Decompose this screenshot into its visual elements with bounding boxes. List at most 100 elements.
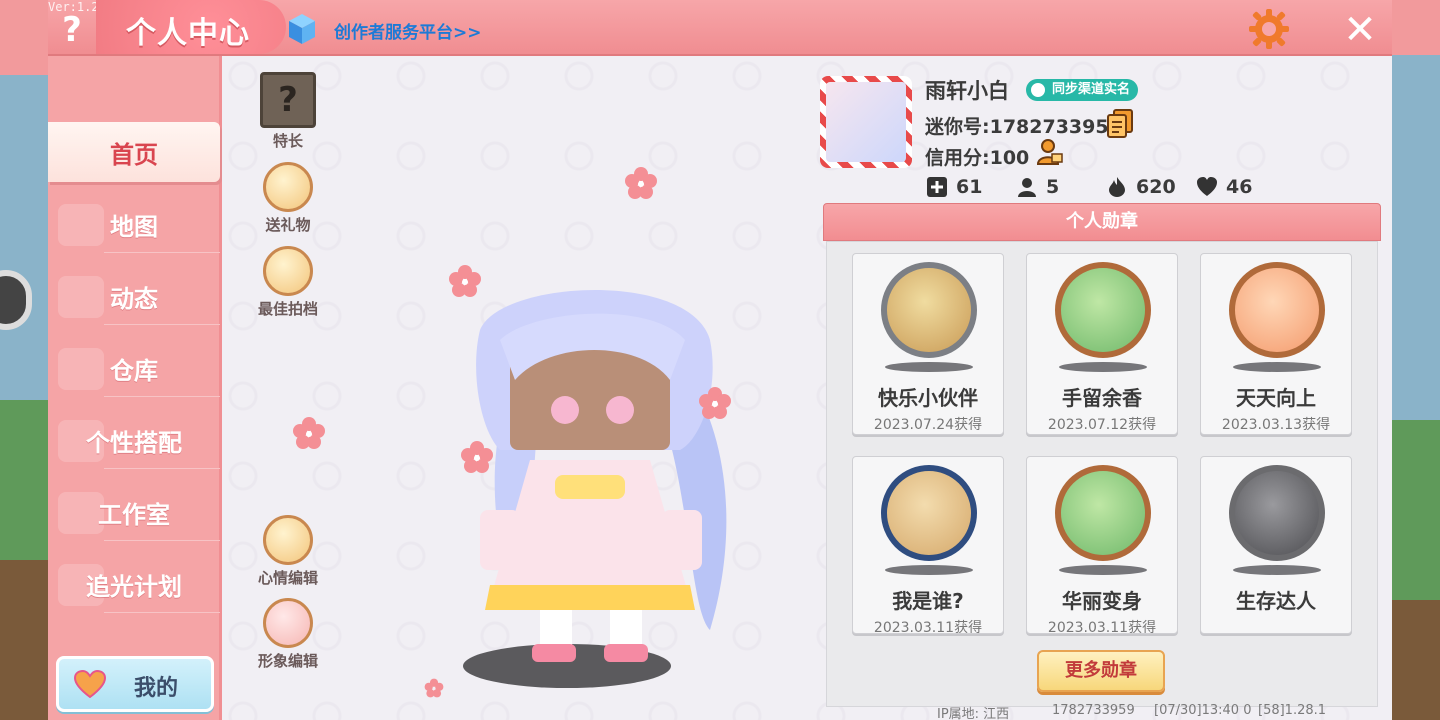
medal-name: 天天向上 bbox=[1236, 386, 1316, 410]
blossom-decoration bbox=[424, 678, 444, 698]
medal-icon bbox=[1229, 262, 1325, 358]
mini-id: 迷你号:1782733959 bbox=[925, 116, 1122, 138]
sidebar-item-label: 地图 bbox=[110, 212, 158, 241]
footer-time: [07/30]13:40 0 bbox=[1154, 703, 1252, 718]
medal-date: 2023.03.11获得 bbox=[1047, 620, 1157, 634]
stat-hot-value: 620 bbox=[1136, 176, 1176, 198]
medal-section-title: 个人勋章 bbox=[823, 203, 1381, 241]
creator-platform-link[interactable]: 创作者服务平台>> bbox=[334, 18, 482, 43]
medal-card[interactable]: 我是谁? 2023.03.11获得 bbox=[852, 456, 1004, 634]
more-medals-button[interactable]: 更多勋章 bbox=[1037, 650, 1165, 692]
medal-icon bbox=[881, 262, 977, 358]
realname-badge-label: 同步渠道实名 bbox=[1052, 82, 1131, 97]
stat-likes: 46 bbox=[1196, 174, 1252, 200]
sidebar-item-storage[interactable]: 仓库 bbox=[48, 338, 220, 398]
stat-fans-value: 5 bbox=[1046, 176, 1060, 198]
stat-fans: 5 bbox=[1016, 174, 1059, 200]
page-title: 个人中心 bbox=[126, 16, 250, 51]
sidebar-item-outfit[interactable]: 个性搭配 bbox=[48, 410, 220, 470]
avatar-edit-button[interactable]: 形象编辑 bbox=[248, 598, 328, 671]
sidebar-item-label: 仓库 bbox=[110, 356, 158, 385]
user-verified-icon bbox=[1029, 81, 1047, 99]
send-gift-label: 送礼物 bbox=[265, 216, 311, 234]
medal-pedestal bbox=[1233, 362, 1321, 372]
game-background-left bbox=[0, 0, 50, 720]
flame-icon bbox=[1109, 177, 1125, 197]
stat-add-value: 61 bbox=[956, 176, 983, 198]
medal-pedestal bbox=[1059, 362, 1147, 372]
footer-id: 1782733959 bbox=[1052, 703, 1135, 718]
stat-likes-value: 46 bbox=[1226, 176, 1253, 198]
profile-avatar bbox=[826, 82, 906, 162]
sidebar-item-label: 追光计划 bbox=[86, 572, 182, 601]
sidebar-item-light-plan[interactable]: 追光计划 bbox=[48, 554, 220, 614]
ip-location: IP属地: 江西 bbox=[937, 707, 1010, 720]
username: 雨轩小白 bbox=[925, 79, 1009, 103]
medal-name: 生存达人 bbox=[1236, 589, 1316, 613]
blossom-decoration bbox=[699, 387, 731, 419]
profile-avatar-frame[interactable] bbox=[820, 76, 912, 168]
copy-icon[interactable] bbox=[1106, 108, 1134, 138]
stat-add: 61 bbox=[926, 174, 982, 200]
medal-date: 2023.03.13获得 bbox=[1221, 417, 1331, 433]
close-icon[interactable]: ✕ bbox=[1340, 10, 1380, 50]
specialty-button[interactable]: ? 特长 bbox=[248, 72, 328, 151]
blossom-decoration bbox=[625, 167, 657, 199]
medal-pedestal bbox=[1233, 565, 1321, 575]
cube-icon[interactable] bbox=[287, 12, 317, 46]
mood-edit-button[interactable]: 心情编辑 bbox=[248, 515, 328, 588]
sidebar-item-label: 动态 bbox=[110, 284, 158, 313]
sidebar-item-home[interactable]: 首页 bbox=[48, 122, 220, 182]
medal-icon bbox=[1055, 465, 1151, 561]
heart-icon bbox=[74, 670, 106, 698]
mood-edit-label: 心情编辑 bbox=[257, 569, 318, 587]
sidebar-item-studio[interactable]: 工作室 bbox=[48, 482, 220, 542]
medal-card[interactable]: 快乐小伙伴 2023.07.24获得 bbox=[852, 253, 1004, 435]
medal-icon bbox=[1229, 465, 1325, 561]
divider bbox=[104, 396, 220, 397]
edit-icon bbox=[263, 515, 313, 565]
medal-name: 快乐小伙伴 bbox=[878, 386, 978, 410]
realname-badge[interactable]: 同步渠道实名 bbox=[1026, 79, 1139, 101]
medal-card[interactable]: 华丽变身 2023.03.11获得 bbox=[1026, 456, 1178, 634]
sidebar-item-label: 工作室 bbox=[98, 500, 170, 529]
player-avatar[interactable] bbox=[440, 270, 760, 680]
blossom-decoration bbox=[293, 417, 325, 449]
medal-date: 2023.03.11获得 bbox=[873, 620, 983, 634]
send-gift-button[interactable]: 送礼物 bbox=[248, 162, 328, 235]
sidebar: 首页 地图 动态 仓库 个性搭配 工作室 追光计划 bbox=[48, 56, 222, 720]
sidebar-item-map[interactable]: 地图 bbox=[48, 194, 220, 254]
medal-pedestal bbox=[885, 362, 973, 372]
outfit-icon bbox=[263, 598, 313, 648]
sidebar-item-label: 首页 bbox=[110, 140, 158, 169]
help-button[interactable]: ? bbox=[56, 10, 88, 50]
credit-score: 信用分:100 bbox=[925, 147, 1030, 169]
medal-card[interactable]: 生存达人 bbox=[1200, 456, 1352, 634]
medal-date: 2023.07.24获得 bbox=[873, 417, 983, 433]
fans-icon bbox=[1018, 178, 1036, 197]
question-box-icon: ? bbox=[260, 72, 316, 128]
footer-version: [58]1.28.1 bbox=[1258, 703, 1327, 718]
medal-name: 手留余香 bbox=[1062, 386, 1142, 410]
sidebar-item-activity[interactable]: 动态 bbox=[48, 266, 220, 326]
sidebar-item-label: 个性搭配 bbox=[86, 428, 182, 457]
divider bbox=[104, 252, 220, 253]
medal-name: 华丽变身 bbox=[1062, 589, 1142, 613]
gear-icon[interactable] bbox=[1248, 8, 1290, 50]
divider bbox=[104, 612, 220, 613]
avatar-edit-label: 形象编辑 bbox=[257, 652, 318, 670]
medal-pedestal bbox=[885, 565, 973, 575]
mine-button-label: 我的 bbox=[134, 676, 179, 701]
medal-card[interactable]: 天天向上 2023.03.13获得 bbox=[1200, 253, 1352, 435]
divider bbox=[104, 540, 220, 541]
plus-square-icon bbox=[927, 177, 947, 197]
medal-card[interactable]: 手留余香 2023.07.12获得 bbox=[1026, 253, 1178, 435]
medal-icon bbox=[881, 465, 977, 561]
blossom-decoration bbox=[449, 265, 481, 297]
divider bbox=[104, 324, 220, 325]
credit-user-icon[interactable] bbox=[1036, 138, 1064, 166]
specialty-label: 特长 bbox=[272, 132, 303, 150]
divider bbox=[104, 468, 220, 469]
best-partner-button[interactable]: 最佳拍档 bbox=[248, 246, 328, 319]
heart-outline-icon bbox=[1197, 177, 1217, 196]
